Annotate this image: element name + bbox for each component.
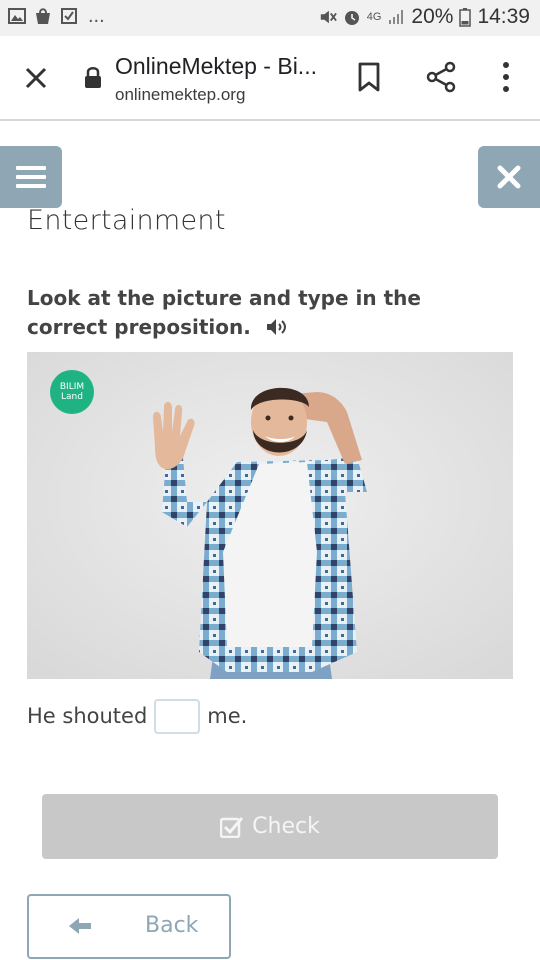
arrow-left-icon xyxy=(69,918,91,934)
back-button[interactable]: Back xyxy=(27,894,231,959)
network-type: 4G xyxy=(366,11,382,23)
close-tab-icon[interactable] xyxy=(20,62,52,94)
exercise-sentence: He shouted me. xyxy=(27,698,247,734)
instruction: Look at the picture and type in the corr… xyxy=(27,284,507,342)
close-button[interactable] xyxy=(478,146,540,208)
answer-input[interactable] xyxy=(154,698,201,734)
back-label: Back xyxy=(145,913,199,938)
more-options-icon[interactable] xyxy=(496,60,516,94)
alarm-icon xyxy=(344,11,359,25)
bilim-land-logo: BILIM Land xyxy=(50,370,94,414)
exercise-picture: BILIM Land xyxy=(27,352,513,679)
page-title: OnlineMektep - Bi... xyxy=(115,53,317,79)
browser-toolbar: OnlineMektep - Bi... onlinemektep.org xyxy=(0,36,540,121)
instruction-text: Look at the picture and type in the corr… xyxy=(27,286,421,339)
bag-icon xyxy=(36,8,50,24)
signal-icon xyxy=(389,10,404,24)
check-label: Check xyxy=(252,814,320,839)
url-text[interactable]: onlinemektep.org xyxy=(115,85,245,105)
mute-icon xyxy=(320,10,337,24)
bookmark-icon[interactable] xyxy=(355,61,383,93)
badge-line1: BILIM xyxy=(59,382,85,392)
overflow-indicator: ... xyxy=(88,5,105,27)
battery-icon xyxy=(459,8,472,27)
close-icon xyxy=(497,165,521,189)
checkbox-icon xyxy=(61,8,77,24)
check-button[interactable]: Check xyxy=(42,794,498,859)
man-waving-illustration xyxy=(27,352,513,679)
section-title: Entertainment xyxy=(27,205,226,236)
clock: 14:39 xyxy=(477,5,530,28)
badge-line2: Land xyxy=(61,392,83,402)
share-icon[interactable] xyxy=(424,60,458,94)
status-bar: ... 4G 20% 14:39 xyxy=(0,0,540,36)
speaker-icon[interactable] xyxy=(266,317,290,337)
check-square-icon xyxy=(220,816,244,838)
sentence-after: me. xyxy=(207,704,248,728)
hamburger-icon xyxy=(16,166,46,188)
lock-icon xyxy=(85,67,101,88)
menu-button[interactable] xyxy=(0,146,62,208)
image-icon xyxy=(8,8,26,24)
battery-percent: 20% xyxy=(411,5,454,28)
sentence-before: He shouted xyxy=(27,704,148,728)
